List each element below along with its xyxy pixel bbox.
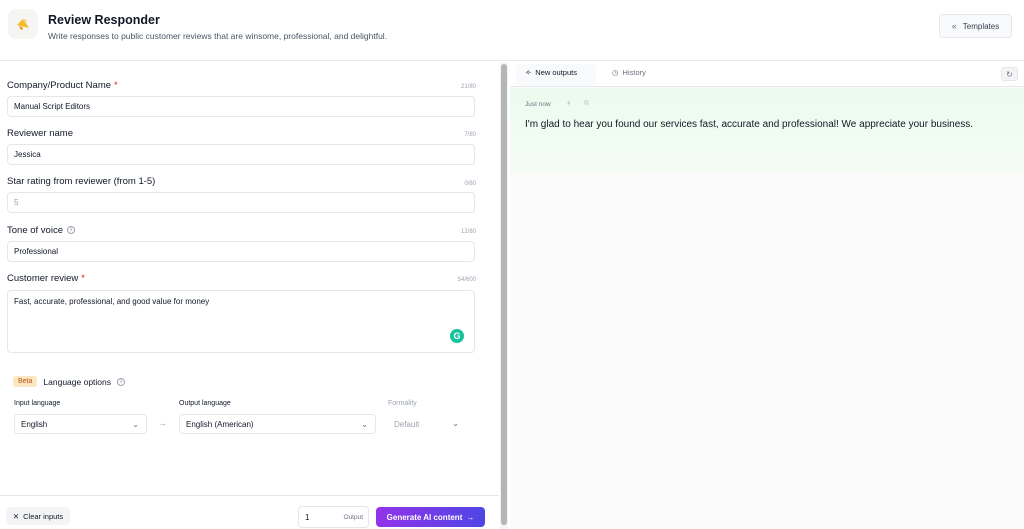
review-counter: 54/600 [457, 277, 476, 283]
header: Review Responder Write responses to publ… [0, 0, 1024, 61]
info-icon[interactable]: i [117, 377, 125, 386]
generate-button[interactable]: Generate AI content → [376, 507, 485, 527]
megaphone-icon [17, 19, 29, 30]
info-icon[interactable]: i [66, 226, 75, 235]
company-counter: 21/80 [460, 84, 476, 90]
tab-new-outputs-label: New outputs [535, 68, 577, 77]
templates-button[interactable]: « Templates [939, 14, 1012, 38]
input-language-label: Input language [14, 400, 61, 407]
formality-value: Default [394, 419, 420, 429]
arrow-right-icon: → [158, 418, 167, 428]
page-title: Review Responder [48, 13, 160, 27]
output-card: Just now ♦ ⧉ I'm glad to hear you found … [510, 88, 1024, 174]
input-language-select[interactable]: English ⌄ [14, 414, 147, 434]
language-options-header: Beta Language options i [13, 376, 125, 387]
templates-label: Templates [962, 21, 1000, 31]
output-tabs: ✧ New outputs ◷ History ↻ [510, 62, 1024, 87]
output-language-label: Output language [179, 400, 231, 407]
generate-label: Generate AI content [386, 512, 463, 522]
reviewer-counter: 7/80 [464, 132, 476, 138]
clear-inputs-button[interactable]: ✕ Clear inputs [6, 507, 70, 525]
copy-icon[interactable]: ⧉ [584, 100, 589, 108]
tone-input[interactable]: Professional [7, 241, 475, 262]
beta-badge: Beta [13, 376, 38, 387]
thumbs-up-icon[interactable]: ♦ [567, 100, 571, 107]
chevron-down-icon: ⌄ [132, 420, 139, 429]
output-language-value: English (American) [186, 419, 254, 429]
output-timestamp: Just now [525, 101, 551, 108]
tone-counter: 12/80 [460, 229, 476, 235]
review-textarea[interactable]: Fast, accurate, professional, and good v… [7, 290, 475, 353]
refresh-button[interactable]: ↻ [1001, 67, 1018, 81]
output-count-input[interactable]: 1 Output [298, 506, 369, 528]
close-icon: ✕ [12, 511, 20, 521]
rating-counter: 0/80 [464, 181, 476, 187]
review-text: Fast, accurate, professional, and good v… [14, 297, 210, 306]
grammarly-icon[interactable]: G [450, 329, 464, 343]
input-language-value: English [21, 419, 48, 429]
sparkle-icon: ✧ [525, 68, 532, 77]
scrollbar[interactable] [500, 62, 508, 529]
formality-label: Formality [388, 400, 417, 407]
clear-inputs-label: Clear inputs [23, 511, 64, 521]
refresh-icon: ↻ [1006, 69, 1013, 79]
tab-new-outputs[interactable]: ✧ New outputs [525, 68, 577, 77]
rating-input[interactable]: 5 [7, 192, 475, 213]
scrollbar-thumb[interactable] [501, 64, 507, 525]
reviewer-input[interactable]: Jessica [7, 144, 475, 165]
output-text: I'm glad to hear you found our services … [525, 119, 974, 130]
formality-select[interactable]: Default ⌄ [388, 414, 466, 434]
review-label: Customer review * [7, 273, 85, 284]
output-language-select[interactable]: English (American) ⌄ [179, 414, 376, 434]
tab-history[interactable]: ◷ History [612, 68, 646, 77]
company-input[interactable]: Manual Script Editors [7, 96, 475, 117]
tab-history-label: History [622, 68, 646, 77]
tone-label: Tone of voice i [7, 225, 75, 236]
output-count-value: 1 [305, 513, 310, 522]
output-panel: ✧ New outputs ◷ History ↻ Just now ♦ ⧉ I… [510, 62, 1024, 529]
company-label: Company/Product Name * [7, 80, 118, 91]
chevrons-left-icon: « [951, 21, 957, 31]
rating-label: Star rating from reviewer (from 1-5) [7, 176, 156, 187]
chevron-down-icon: ⌄ [452, 419, 459, 428]
language-options-title: Language options [43, 376, 111, 387]
arrow-right-icon: → [466, 512, 475, 522]
page-subtitle: Write responses to public customer revie… [48, 31, 388, 41]
clock-icon: ◷ [612, 68, 619, 77]
chevron-down-icon: ⌄ [361, 420, 368, 429]
app-logo [8, 9, 38, 39]
reviewer-label: Reviewer name [7, 128, 73, 139]
output-count-label: Output [343, 514, 363, 521]
